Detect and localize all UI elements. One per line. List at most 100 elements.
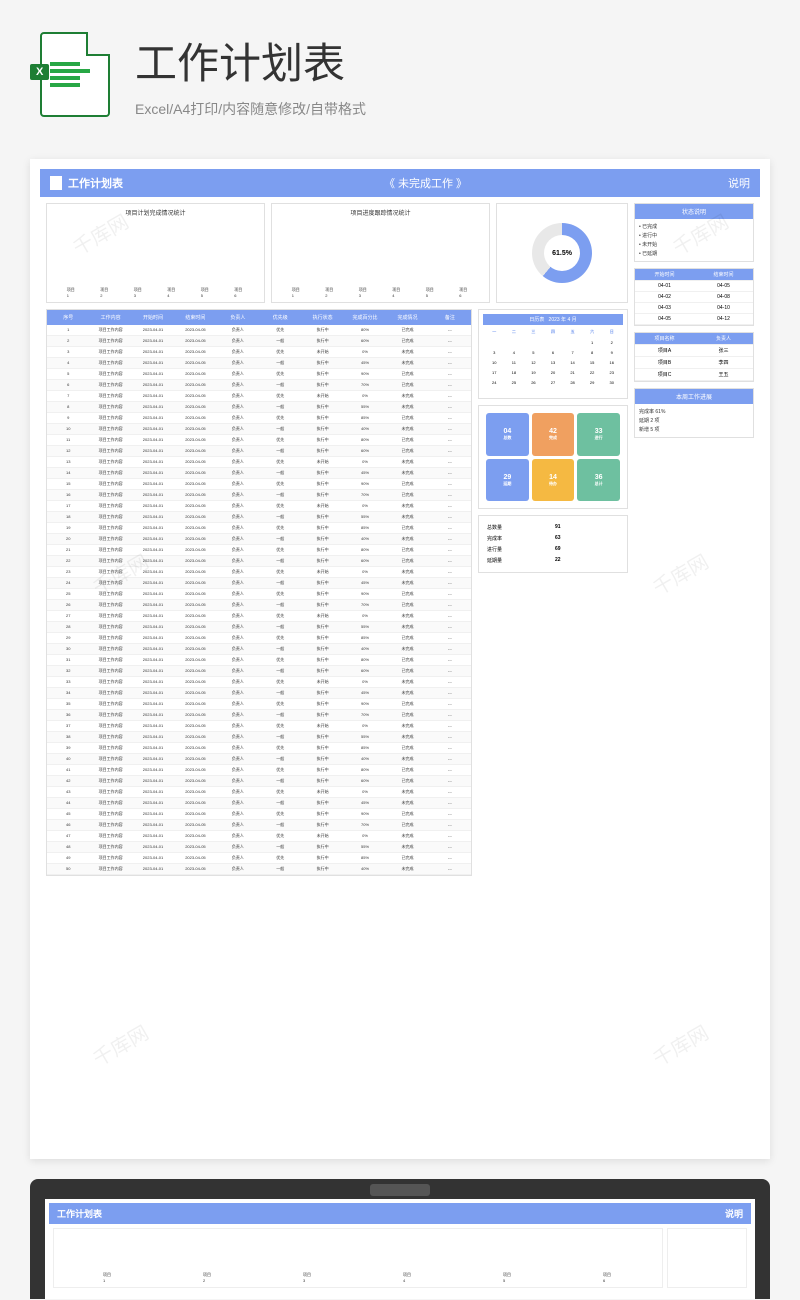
table-row: 46项目工作内容2023-04-012023-04-05负责人一般执行中70%已… (47, 820, 471, 831)
page-title: 工作计划表 (135, 30, 366, 91)
calendar-day[interactable] (505, 338, 524, 347)
table-header-cell: 序号 (47, 313, 89, 322)
calendar-day[interactable]: 18 (505, 368, 524, 377)
chart-bar: 项目2 (100, 285, 110, 298)
table-row: 7项目工作内容2023-04-012023-04-05负责人优先未开始0%未完成… (47, 391, 471, 402)
calendar-day[interactable]: 24 (485, 378, 504, 387)
calendar-day[interactable]: 9 (602, 348, 621, 357)
side-table-1: 开始时间结束时间04-0104-0504-0204-0804-0304-1004… (634, 268, 754, 326)
calendar-day[interactable]: 5 (524, 348, 543, 357)
table-row: 11项目工作内容2023-04-012023-04-05负责人优先执行中80%已… (47, 435, 471, 446)
page-subtitle: Excel/A4打印/内容随意修改/自带格式 (135, 99, 366, 119)
table-row: 36项目工作内容2023-04-012023-04-05负责人一般执行中70%已… (47, 710, 471, 721)
calendar-day[interactable] (485, 338, 504, 347)
chart-bar: 项目3 (359, 285, 369, 298)
watermark: 千库网 (647, 1017, 713, 1072)
template-preview: 千库网 千库网 千库网 千库网 千库网 千库网 工作计划表 《 未完成工作 》 … (30, 159, 770, 1159)
table-row: 10项目工作内容2023-04-012023-04-05负责人一般执行中40%未… (47, 424, 471, 435)
table-row: 40项目工作内容2023-04-012023-04-05负责人一般执行中40%未… (47, 754, 471, 765)
calendar-day[interactable]: 25 (505, 378, 524, 387)
calendar-day[interactable]: 29 (583, 378, 602, 387)
calendar-day[interactable]: 27 (544, 378, 563, 387)
table-header-cell: 执行状态 (301, 313, 343, 322)
donut-chart: 61.5% (496, 203, 628, 303)
table-row: 9项目工作内容2023-04-012023-04-05负责人优先执行中85%已完… (47, 413, 471, 424)
table-row: 37项目工作内容2023-04-012023-04-05负责人优先未开始0%未完… (47, 721, 471, 732)
template-title: 工作计划表 (68, 175, 123, 191)
stat-card: 04总数 (486, 413, 529, 456)
bar-chart-2: 项目进度跟踪情况统计 项目1项目2项目3项目4项目5项目6 (271, 203, 490, 303)
calendar-day[interactable]: 15 (583, 358, 602, 367)
table-row: 21项目工作内容2023-04-012023-04-05负责人优先执行中80%已… (47, 545, 471, 556)
calendar-day[interactable] (524, 338, 543, 347)
calendar-day[interactable] (544, 338, 563, 347)
calendar-day[interactable]: 2 (602, 338, 621, 347)
table-row: 4项目工作内容2023-04-012023-04-05负责人一般执行中45%未完… (47, 358, 471, 369)
calendar-day[interactable]: 17 (485, 368, 504, 377)
side-table-2: 项目名称负责人项目A张三项目B李四项目C王五 (634, 332, 754, 382)
calendar-day[interactable]: 1 (583, 338, 602, 347)
stat-card: 14待办 (532, 459, 575, 502)
chart-bar: 项目6 (234, 285, 244, 298)
chart-bar: 项目2 (325, 285, 335, 298)
table-row: 14项目工作内容2023-04-012023-04-05负责人一般执行中45%未… (47, 468, 471, 479)
stat-card: 33进行 (577, 413, 620, 456)
summary-panel: 总数量91完成率63进行量69延期量22 (478, 515, 628, 573)
table-row: 33项目工作内容2023-04-012023-04-05负责人优先未开始0%未完… (47, 677, 471, 688)
table-row: 43项目工作内容2023-04-012023-04-05负责人优先未开始0%未完… (47, 787, 471, 798)
chart-bar: 项目1 (292, 285, 302, 298)
calendar-day[interactable]: 22 (583, 368, 602, 377)
table-row: 31项目工作内容2023-04-012023-04-05负责人优先执行中80%已… (47, 655, 471, 666)
calendar-day[interactable] (485, 388, 504, 392)
calendar-day[interactable]: 12 (524, 358, 543, 367)
donut-value: 61.5% (552, 250, 572, 257)
side-header: 本周工作进展 (635, 389, 753, 404)
table-row: 41项目工作内容2023-04-012023-04-05负责人优先执行中80%已… (47, 765, 471, 776)
table-row: 17项目工作内容2023-04-012023-04-05负责人优先未开始0%未完… (47, 501, 471, 512)
table-row: 13项目工作内容2023-04-012023-04-05负责人优先未开始0%未完… (47, 457, 471, 468)
table-header-cell: 完成百分比 (344, 313, 386, 322)
table-row: 19项目工作内容2023-04-012023-04-05负责人优先执行中85%已… (47, 523, 471, 534)
chart-bar: 项目6 (603, 1270, 613, 1283)
table-header-row: 序号工作内容开始时间结束时间负责人优先级执行状态完成百分比完成情况备注 (47, 310, 471, 325)
calendar-day[interactable]: 8 (583, 348, 602, 357)
table-row: 23项目工作内容2023-04-012023-04-05负责人优先未开始0%未完… (47, 567, 471, 578)
chart-bar: 项目5 (201, 285, 211, 298)
chart-bar: 项目4 (392, 285, 402, 298)
table-row: 8项目工作内容2023-04-012023-04-05负责人一般执行中55%未完… (47, 402, 471, 413)
table-header-cell: 开始时间 (132, 313, 174, 322)
calendar-day[interactable]: 20 (544, 368, 563, 377)
chart-bar: 项目6 (459, 285, 469, 298)
chart-bar: 项目5 (503, 1270, 513, 1283)
calendar-day[interactable]: 3 (485, 348, 504, 357)
table-row: 22项目工作内容2023-04-012023-04-05负责人一般执行中60%已… (47, 556, 471, 567)
calendar-title: 日历表 (529, 317, 544, 323)
calendar-day[interactable]: 28 (563, 378, 582, 387)
side-header: 状态说明 (635, 204, 753, 219)
calendar-day[interactable] (563, 338, 582, 347)
table-row: 39项目工作内容2023-04-012023-04-05负责人优先执行中85%已… (47, 743, 471, 754)
calendar-day[interactable]: 7 (563, 348, 582, 357)
calendar-day[interactable]: 23 (602, 368, 621, 377)
bottom-side-panel (667, 1228, 747, 1288)
calendar-day[interactable]: 4 (505, 348, 524, 357)
table-header-cell: 优先级 (259, 313, 301, 322)
stat-card: 29延期 (486, 459, 529, 502)
xlsx-badge: X (30, 64, 49, 80)
calendar-day[interactable]: 10 (485, 358, 504, 367)
table-row: 35项目工作内容2023-04-012023-04-05负责人优先执行中90%已… (47, 699, 471, 710)
table-row: 34项目工作内容2023-04-012023-04-05负责人一般执行中45%未… (47, 688, 471, 699)
calendar-day[interactable]: 6 (544, 348, 563, 357)
calendar-day[interactable]: 11 (505, 358, 524, 367)
template-title-bar: 工作计划表 《 未完成工作 》 说明 (40, 169, 760, 197)
calendar-day[interactable]: 13 (544, 358, 563, 367)
calendar-day[interactable]: 19 (524, 368, 543, 377)
calendar-day[interactable]: 30 (602, 378, 621, 387)
calendar-day[interactable]: 21 (563, 368, 582, 377)
table-row: 5项目工作内容2023-04-012023-04-05负责人优先执行中90%已完… (47, 369, 471, 380)
chart-title: 项目计划完成情况统计 (51, 208, 260, 217)
calendar-day[interactable]: 14 (563, 358, 582, 367)
table-row: 38项目工作内容2023-04-012023-04-05负责人一般执行中55%未… (47, 732, 471, 743)
calendar-day[interactable]: 16 (602, 358, 621, 367)
calendar-day[interactable]: 26 (524, 378, 543, 387)
